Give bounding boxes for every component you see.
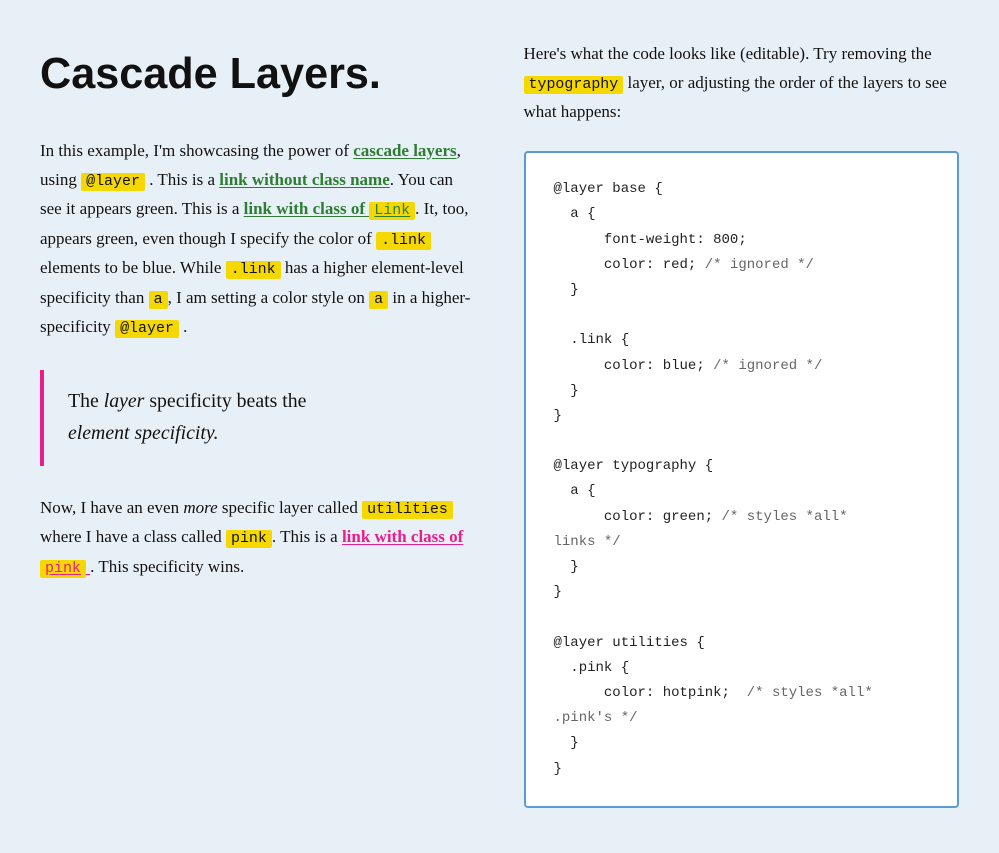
link-without-class[interactable]: link without class name	[219, 170, 390, 189]
pink-badge: pink	[226, 530, 272, 548]
intro-paragraph: In this example, I'm showcasing the powe…	[40, 137, 476, 342]
pink-link-badge: pink	[40, 560, 86, 578]
blockquote-em2: element specificity.	[68, 422, 219, 444]
blockquote-text: The layer specificity beats the element …	[68, 386, 452, 449]
a-badge-2: a	[369, 291, 388, 309]
right-intro-text: Here's what the code looks like (editabl…	[524, 40, 960, 127]
link-with-class[interactable]: link with class of Link	[244, 199, 416, 218]
dot-link-badge-2: .link	[226, 261, 281, 279]
at-layer-badge-2: @layer	[115, 320, 179, 338]
code-line-layer-base: @layer base { a { font-weight: 800; colo…	[554, 181, 873, 776]
utilities-badge: utilities	[362, 501, 453, 519]
code-editor[interactable]: @layer base { a { font-weight: 800; colo…	[524, 151, 960, 808]
blockquote: The layer specificity beats the element …	[40, 370, 476, 465]
cascade-layers-link[interactable]: cascade layers	[353, 141, 456, 160]
a-badge-1: a	[149, 291, 168, 309]
dot-link-badge-1: .link	[376, 232, 431, 250]
more-em: more	[183, 498, 217, 517]
page-title: Cascade Layers.	[40, 40, 476, 109]
intro-text-1: In this example, I'm showcasing the powe…	[40, 141, 349, 160]
at-layer-badge-1: @layer	[81, 173, 145, 191]
right-column: Here's what the code looks like (editabl…	[524, 40, 960, 808]
blockquote-em1: layer	[104, 390, 145, 412]
typography-badge: typography	[524, 76, 624, 94]
link-badge: Link	[369, 202, 415, 220]
bottom-paragraph: Now, I have an even more specific layer …	[40, 494, 476, 582]
left-column: Cascade Layers. In this example, I'm sho…	[40, 40, 476, 808]
page-layout: Cascade Layers. In this example, I'm sho…	[40, 40, 959, 808]
